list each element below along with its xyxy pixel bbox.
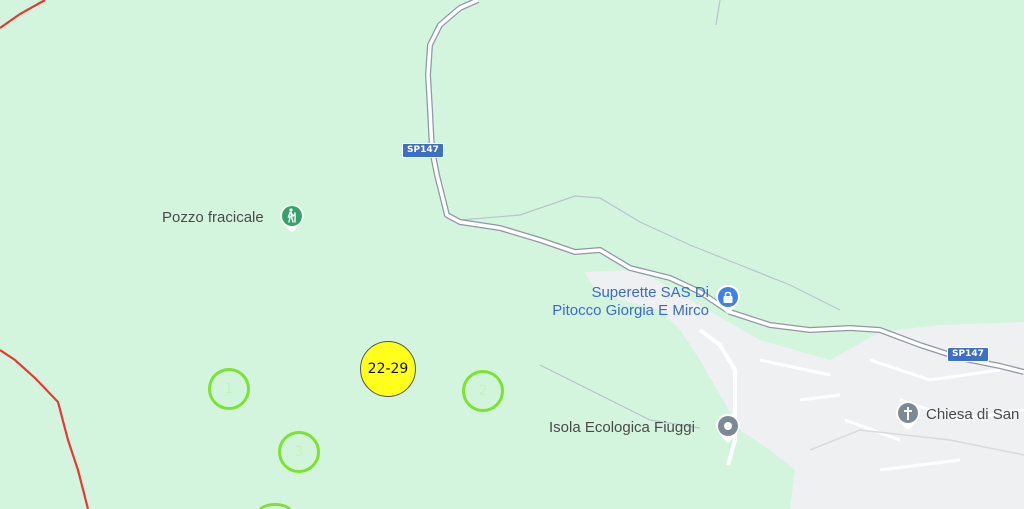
place-label-superette[interactable]: Superette SAS Di Pitocco Giorgia E Mirco: [537, 284, 709, 320]
map-base-layer: [0, 0, 1024, 509]
cluster-marker-2[interactable]: 2: [462, 370, 504, 412]
road-sp147: [425, 0, 1024, 375]
cluster-marker-3[interactable]: 3: [278, 431, 320, 473]
hiking-icon[interactable]: [279, 204, 305, 234]
boundary-line-top: [0, 0, 46, 29]
shopping-bag-icon[interactable]: [714, 284, 742, 316]
boundary-line-left: [0, 349, 90, 509]
place-label-chiesa[interactable]: Chiesa di San: [926, 406, 1019, 424]
road-shield-sp147: SP147: [947, 347, 989, 362]
road-shield-sp147: SP147: [402, 143, 444, 158]
place-label-pozzo-fracicale[interactable]: Pozzo fracicale: [162, 209, 264, 227]
place-label-isola-ecologica[interactable]: Isola Ecologica Fiuggi: [549, 419, 695, 437]
cluster-marker-22-29[interactable]: 22-29: [360, 341, 416, 397]
map-canvas[interactable]: SP147 SP147 Pozzo fracicale Superette SA…: [0, 0, 1024, 509]
church-cross-icon[interactable]: [894, 400, 922, 432]
cluster-marker-1[interactable]: 1: [208, 368, 250, 410]
pin-icon[interactable]: [714, 413, 742, 445]
